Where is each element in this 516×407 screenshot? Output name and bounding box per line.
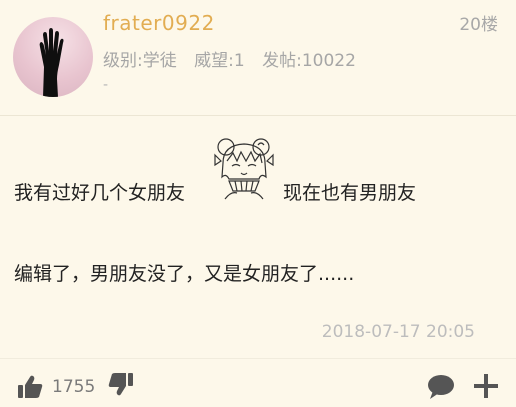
author-username[interactable]: frater0922 [103, 11, 215, 35]
anime-girl-emoticon [211, 133, 277, 203]
content-text-after-emoticon: 现在也有男朋友 [283, 182, 417, 204]
comment-bubble-icon [428, 375, 454, 399]
footer-divider [0, 358, 516, 359]
author-meta: 级别:学徒 威望:1 发帖:10022 [103, 46, 368, 71]
plus-icon [474, 374, 498, 398]
floor-number: 20楼 [459, 15, 498, 35]
forum-post: frater0922 20楼 级别:学徒 威望:1 发帖:10022 - 我有过… [0, 0, 516, 407]
avatar[interactable] [13, 17, 93, 97]
dislike-button[interactable] [107, 370, 135, 398]
thumbs-up-icon [18, 375, 43, 398]
post-content-line-2: 编辑了，男朋友没了，又是女朋友了...... [14, 263, 355, 285]
post-timestamp: 2018-07-17 20:05 [321, 322, 475, 342]
author-prestige: 威望:1 [194, 51, 245, 71]
header-divider [0, 115, 516, 116]
author-post-count: 发帖:10022 [262, 51, 356, 71]
content-text-before-emoticon: 我有过好几个女朋友 [14, 182, 186, 204]
like-count: 1755 [52, 377, 96, 397]
more-button[interactable] [473, 373, 499, 399]
post-content-line-1: 我有过好几个女朋友 现在也有男朋友 [14, 178, 416, 205]
thumbs-down-icon [108, 373, 133, 396]
author-level: 级别:学徒 [103, 51, 177, 71]
reply-button[interactable] [427, 374, 455, 400]
like-button[interactable] [16, 373, 44, 401]
author-signature: - [103, 77, 109, 93]
